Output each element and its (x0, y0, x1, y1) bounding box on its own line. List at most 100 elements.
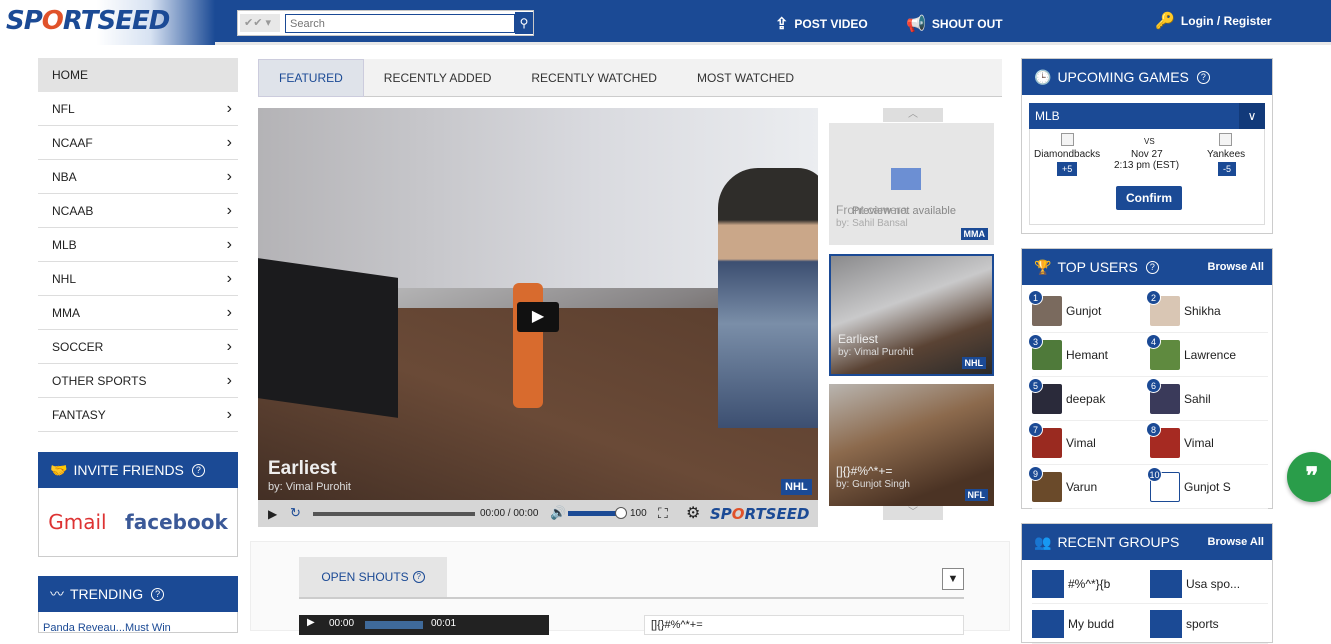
shout-out-button[interactable]: 📢 SHOUT OUT (906, 14, 1003, 34)
tab-most-watched[interactable]: MOST WATCHED (677, 59, 814, 97)
video-league-badge: NHL (781, 479, 812, 495)
user-item[interactable]: 8 Vimal (1146, 421, 1268, 465)
nav-nba[interactable]: NBA › (38, 160, 238, 194)
nav-nhl[interactable]: NHL › (38, 262, 238, 296)
nav-fantasy[interactable]: FANTASY › (38, 398, 238, 432)
chevron-right-icon: › (226, 167, 232, 185)
trending-item[interactable]: Panda Reveau...Must Win (38, 612, 238, 633)
team2-checkbox[interactable] (1219, 133, 1232, 146)
thumbs-down-arrow[interactable]: ﹀ (883, 506, 943, 520)
nav-other-sports[interactable]: OTHER SPORTS › (38, 364, 238, 398)
user-item[interactable]: 5 deepak (1028, 377, 1150, 421)
thumb-special-chars[interactable]: []{}#%^*+= by: Gunjot Singh NFL (829, 384, 994, 506)
user-name: Lawrence (1184, 347, 1237, 362)
thumb-badge: NHL (961, 357, 986, 369)
user-item[interactable]: 3 Hemant (1028, 333, 1150, 377)
gmail-button[interactable]: Gmail (48, 510, 106, 534)
filter-icon[interactable]: ▼ (942, 568, 964, 590)
user-item[interactable]: 10 Gunjot S (1147, 465, 1268, 509)
nav-label: MMA (52, 305, 80, 320)
search-icon[interactable]: ⚲ (515, 12, 533, 34)
volume-icon[interactable]: 🔊 (550, 505, 566, 521)
nav-home[interactable]: HOME (38, 58, 238, 92)
tab-open-shouts[interactable]: OPEN SHOUTS ? (299, 557, 447, 597)
shout-audio-player[interactable]: ▶ 00:00 00:01 (299, 615, 549, 635)
browse-all-users-link[interactable]: Browse All (1208, 261, 1264, 273)
group-item[interactable]: My budd (1032, 604, 1150, 644)
nav-mlb[interactable]: MLB › (38, 228, 238, 262)
upcoming-games-header: 🕒 UPCOMING GAMES ? (1022, 59, 1272, 95)
league-select[interactable]: MLB ∨ (1029, 103, 1265, 129)
chevron-right-icon: › (226, 269, 232, 287)
quote-icon[interactable]: ❞ (1287, 452, 1331, 502)
help-icon[interactable]: ? (191, 463, 205, 477)
thumb-earliest[interactable]: Earliest by: Vimal Purohit NHL (829, 254, 994, 376)
search-input[interactable] (285, 14, 515, 33)
rank-badge: 6 (1146, 377, 1161, 393)
tab-featured[interactable]: FEATURED (258, 59, 364, 97)
shout-out-label: SHOUT OUT (931, 17, 1003, 31)
volume-knob[interactable] (615, 507, 627, 519)
upcoming-games-title: UPCOMING GAMES (1057, 69, 1189, 85)
thumb-front-camera[interactable]: Preview not available Front camera by: S… (829, 123, 994, 245)
nav-soccer[interactable]: SOCCER › (38, 330, 238, 364)
team1-checkbox[interactable] (1061, 133, 1074, 146)
user-name: Vimal (1066, 435, 1096, 450)
user-name: deepak (1066, 391, 1106, 406)
volume-slider[interactable] (568, 511, 620, 516)
nav-label: NCAAF (52, 135, 93, 150)
confirm-button[interactable]: Confirm (1116, 186, 1182, 210)
user-item[interactable]: 6 Sahil (1146, 377, 1268, 421)
group-name: Usa spo... (1186, 576, 1241, 591)
default-avatar-icon: 10 (1147, 466, 1180, 502)
facebook-button[interactable]: facebook (125, 510, 228, 534)
user-item[interactable]: 4 Lawrence (1146, 333, 1268, 377)
group-item[interactable]: #%^*}{b (1032, 564, 1150, 604)
nav-ncaab[interactable]: NCAAB › (38, 194, 238, 228)
browse-all-groups-link[interactable]: Browse All (1208, 536, 1264, 548)
user-item[interactable]: 9 Varun (1028, 465, 1150, 509)
logo[interactable]: SPORTSEED (0, 0, 215, 45)
nav-ncaaf[interactable]: NCAAF › (38, 126, 238, 160)
login-register-link[interactable]: 🔑 Login / Register (1155, 11, 1272, 31)
play-icon[interactable]: ▶ (268, 507, 277, 521)
group-item[interactable]: sports (1150, 604, 1268, 644)
user-item[interactable]: 7 Vimal (1028, 421, 1150, 465)
game-time: 2:13 pm (EST) (1114, 160, 1180, 171)
thumb-author: by: Gunjot Singh (836, 479, 910, 490)
user-item[interactable]: 1 Gunjot (1028, 289, 1150, 333)
tab-recently-watched[interactable]: RECENTLY WATCHED (511, 59, 677, 97)
audio-time-total: 00:01 (431, 618, 457, 629)
thumb-badge: MMA (960, 228, 988, 240)
game-date: Nov 27 (1131, 149, 1163, 160)
help-icon[interactable]: ? (151, 587, 165, 601)
top-users-panel: 🏆 TOP USERS ? Browse All 1 Gunjot 2 Shikha… (1021, 248, 1273, 509)
video-frame-monitor (258, 258, 398, 418)
help-icon[interactable]: ? (1145, 260, 1159, 274)
audio-progress[interactable] (365, 621, 423, 629)
group-item[interactable]: Usa spo... (1150, 564, 1268, 604)
play-icon[interactable]: ▶ (307, 617, 315, 628)
nav-label: OTHER SPORTS (52, 373, 147, 388)
gear-icon[interactable]: ⚙ (686, 503, 700, 523)
chevron-right-icon: › (226, 405, 232, 423)
rank-badge: 3 (1028, 333, 1043, 349)
upcoming-games-panel: 🕒 UPCOMING GAMES ? MLB ∨ Diamondbacks +5… (1021, 58, 1273, 234)
nav-mma[interactable]: MMA › (38, 296, 238, 330)
chevron-down-icon[interactable]: ∨ (1239, 103, 1265, 129)
post-video-button[interactable]: ⇪ POST VIDEO (775, 14, 868, 34)
fullscreen-icon[interactable]: ⛶ (658, 505, 668, 522)
checkmark-icon[interactable]: ✔✔ ▾ (240, 14, 280, 32)
thumb-title: []{}#%^*+= (836, 464, 893, 478)
rank-badge: 1 (1028, 289, 1043, 305)
help-icon[interactable]: ? (412, 571, 425, 583)
thumbs-up-arrow[interactable]: ︿ (883, 108, 943, 122)
nav-nfl[interactable]: NFL › (38, 92, 238, 126)
seek-bar[interactable] (313, 512, 475, 516)
user-name: Sahil (1184, 391, 1211, 406)
user-item[interactable]: 2 Shikha (1146, 289, 1268, 333)
play-icon[interactable]: ▶ (517, 302, 559, 332)
help-icon[interactable]: ? (1196, 70, 1210, 84)
group-name: My budd (1068, 616, 1115, 631)
tab-recently-added[interactable]: RECENTLY ADDED (364, 59, 512, 97)
